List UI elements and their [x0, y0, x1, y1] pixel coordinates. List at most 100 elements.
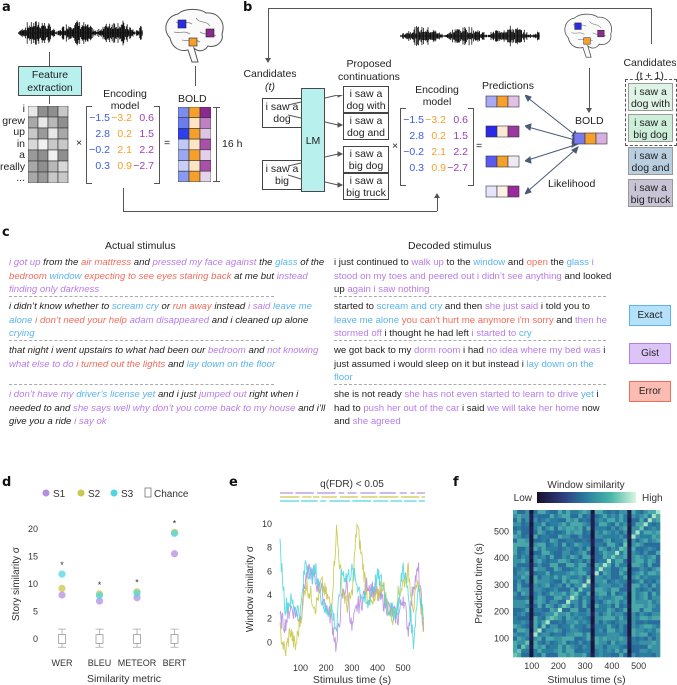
stimulus-segment-plain: i just continued to	[334, 257, 412, 268]
bold-cell	[584, 132, 597, 145]
heatmap-cell	[643, 559, 649, 564]
heatmap-cell	[643, 518, 649, 523]
heatmap-cell	[611, 575, 616, 580]
heatmap-cell	[619, 571, 624, 576]
heatmap-cell	[566, 628, 571, 633]
heatmap-cell	[627, 571, 632, 576]
heatmap-cell	[619, 538, 624, 543]
legend-marker-chance	[144, 487, 152, 498]
heatmap-cell	[566, 567, 571, 572]
heatmap-cell	[619, 530, 624, 535]
heatmap-cell	[517, 559, 522, 564]
heatmap-cell	[639, 538, 644, 543]
heatmap-cell	[606, 608, 612, 613]
heatmap-cell	[639, 550, 644, 556]
heatmap-cell	[549, 652, 555, 658]
likelihood-label: Likelihood	[548, 178, 596, 190]
heatmap-cell	[570, 534, 575, 539]
heatmap-cell	[562, 526, 567, 531]
heatmap-cell	[545, 587, 551, 592]
y-tick-label: 6	[267, 566, 272, 576]
heatmap-cell	[545, 542, 551, 548]
heatmap-cell	[566, 591, 571, 597]
y-axis-label: Prediction time (s)	[474, 543, 485, 624]
stimulus-segment-exact: crying	[9, 328, 35, 339]
heatmap-cell	[578, 591, 583, 597]
heatmap-cell	[598, 550, 604, 556]
heatmap-cell	[553, 632, 559, 637]
heatmap-cell	[521, 510, 526, 515]
heatmap-cell	[647, 559, 653, 564]
heatmap-cell	[627, 608, 632, 613]
heatmap-cell	[647, 640, 653, 646]
heatmap-cell	[566, 595, 571, 601]
heatmap-cell	[566, 575, 571, 580]
heatmap-cell	[635, 652, 640, 658]
heatmap-cell	[611, 644, 616, 650]
heatmap-cell	[655, 587, 661, 592]
y-tick-label: 8	[267, 543, 272, 553]
heatmap-cell	[537, 632, 542, 637]
heatmap-cell	[533, 534, 538, 539]
matrix-value: 1.5	[139, 128, 154, 140]
heatmap-cell	[513, 603, 518, 609]
heatmap-cell	[541, 603, 546, 609]
matrix-value: 0.3	[409, 162, 424, 174]
panel-a-label: a	[2, 0, 11, 15]
heatmap-cell	[533, 599, 538, 605]
heatmap-cell	[570, 640, 575, 646]
heatmap-cell	[566, 603, 571, 609]
heatmap-cell	[631, 522, 636, 527]
heatmap-cell	[606, 587, 612, 592]
heatmap-cell	[647, 542, 653, 548]
heatmap-cell	[574, 599, 579, 605]
heatmap-cell	[525, 616, 530, 621]
heatmap-cell	[525, 526, 530, 531]
heatmap-cell	[602, 640, 608, 646]
heatmap-cell	[655, 579, 661, 584]
heatmap-cell	[590, 616, 595, 621]
heatmap-cell	[647, 522, 653, 527]
heatmap-cell	[574, 583, 579, 588]
heatmap-cell	[647, 571, 653, 576]
heatmap-cell	[643, 587, 649, 592]
heatmap-cell	[611, 591, 616, 597]
word-token: up	[13, 126, 25, 138]
heatmap-cell	[513, 608, 518, 613]
heatmap-cell	[611, 620, 616, 625]
heatmap-cell	[602, 534, 608, 539]
heatmap-cell	[594, 542, 600, 548]
heatmap-cell	[643, 599, 649, 605]
heatmap-cell	[513, 620, 518, 625]
feature-cell	[28, 171, 39, 183]
heatmap-cell	[533, 644, 538, 650]
heatmap-cell	[590, 620, 595, 625]
heatmap-cell	[545, 514, 551, 519]
heatmap-cell	[631, 632, 636, 637]
actual-stimulus-title: Actual stimulus	[105, 240, 176, 252]
heatmap-cell	[562, 575, 567, 580]
heatmap-cell	[602, 530, 608, 535]
heatmap-cell	[651, 518, 657, 523]
heatmap-cell	[643, 526, 649, 531]
heatmap-cell	[553, 530, 559, 535]
heatmap-cell	[606, 620, 612, 625]
heatmap-cell	[635, 554, 640, 560]
heatmap-cell	[557, 514, 563, 519]
heatmap-cell	[541, 632, 546, 637]
stimulus-segment-exact: yet	[580, 389, 594, 400]
heatmap-cell	[639, 518, 644, 523]
heatmap-cell	[574, 522, 579, 527]
heatmap-cell	[521, 518, 526, 523]
heatmap-cell	[606, 563, 612, 568]
heatmap-cell	[619, 620, 624, 625]
heatmap-cell	[619, 567, 624, 572]
loop-line	[651, 8, 652, 44]
y-tick-label: 15	[28, 552, 38, 562]
heatmap-cell	[545, 567, 551, 572]
heatmap-cell	[623, 579, 628, 584]
heatmap-cell	[545, 652, 551, 658]
heatmap-cell	[537, 510, 542, 515]
heatmap-cell	[582, 550, 587, 556]
heatmap-cell	[602, 603, 608, 609]
